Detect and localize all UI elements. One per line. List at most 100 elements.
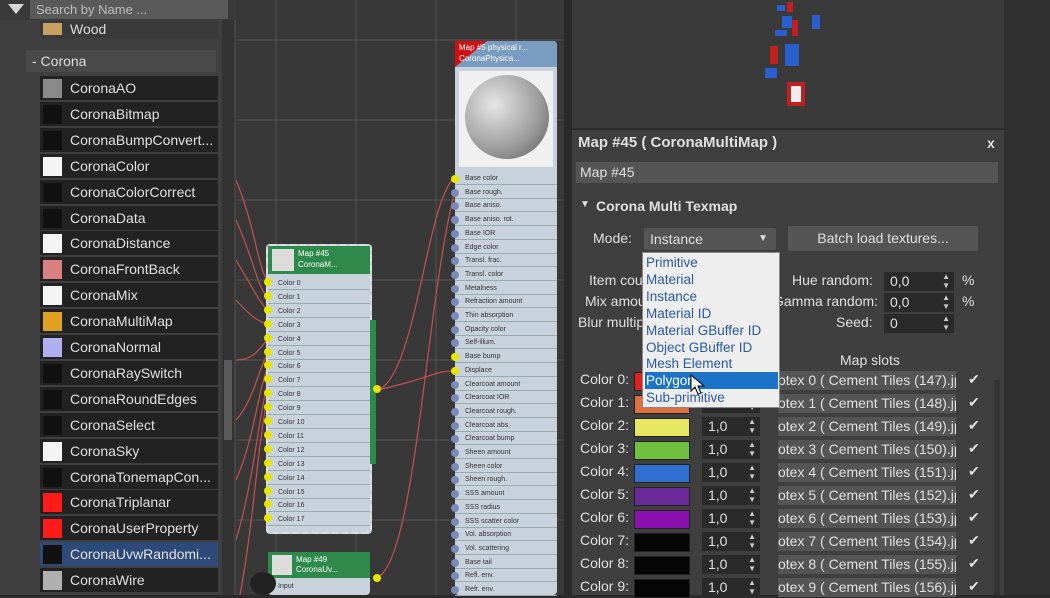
dropdown-option[interactable]: Material bbox=[645, 271, 778, 288]
options-arrow-icon[interactable] bbox=[8, 4, 24, 14]
material-slot[interactable]: Sheen color bbox=[455, 461, 557, 473]
list-item[interactable]: CoronaData bbox=[40, 205, 218, 230]
material-slot[interactable]: Refl. env. bbox=[455, 570, 557, 583]
multimap-slot[interactable]: Color 7 bbox=[268, 375, 370, 388]
input-port[interactable] bbox=[451, 188, 459, 197]
list-item[interactable]: CoronaWire bbox=[40, 568, 218, 593]
material-slot[interactable]: Sheen amount bbox=[455, 447, 557, 459]
output-port[interactable] bbox=[373, 385, 381, 393]
material-slot[interactable]: Vol. absorption bbox=[455, 529, 557, 542]
input-port[interactable] bbox=[451, 517, 459, 526]
list-item[interactable]: CoronaColorCorrect bbox=[40, 179, 218, 204]
texture-map-button[interactable]: otex 4 ( Cement Tiles (151).jp bbox=[778, 463, 956, 482]
input-port[interactable] bbox=[451, 586, 459, 594]
mode-select[interactable]: Instance ▼ bbox=[644, 228, 776, 250]
enable-checkbox[interactable]: ✔ bbox=[968, 486, 980, 503]
spinner-arrows-icon[interactable]: ▲▼ bbox=[942, 272, 950, 290]
multimap-slot[interactable]: Color 0 bbox=[268, 278, 370, 290]
input-port[interactable] bbox=[264, 472, 272, 481]
material-slot[interactable]: Base color bbox=[455, 173, 557, 185]
node-header[interactable]: Map #5 physical r... CoronaPhysica... bbox=[455, 41, 557, 67]
input-port[interactable] bbox=[451, 449, 459, 457]
panel-scrollbar[interactable] bbox=[994, 380, 1000, 595]
amount-spinner[interactable]: 1,0 ▲ ▼ bbox=[702, 463, 760, 482]
multimap-slot[interactable]: Color 12 bbox=[268, 445, 370, 457]
list-item[interactable]: CoronaRaySwitch bbox=[40, 360, 218, 385]
dropdown-option[interactable]: Mesh Element bbox=[645, 355, 778, 372]
multimap-node[interactable]: Map #45 CoronaM... Color 0 Color 1 Color 2… bbox=[266, 244, 372, 534]
material-slot[interactable]: Metalness bbox=[455, 283, 557, 295]
amount-spinner[interactable]: 1,0 ▲ ▼ bbox=[702, 555, 760, 574]
amount-spinner[interactable]: 1,0 ▲ ▼ bbox=[702, 578, 760, 597]
material-slot[interactable]: Clearcoat amount bbox=[455, 379, 557, 391]
list-item[interactable]: CoronaNormal bbox=[40, 335, 218, 359]
multimap-slot[interactable]: Color 9 bbox=[268, 403, 370, 416]
mode-dropdown-list[interactable]: Primitive Material Instance Material ID Mate… bbox=[642, 252, 780, 408]
enable-checkbox[interactable]: ✔ bbox=[968, 394, 980, 411]
amount-spinner[interactable]: 1,0 ▲ ▼ bbox=[702, 509, 760, 528]
material-slot[interactable]: Clearcoat rough. bbox=[455, 406, 557, 418]
rollout-title[interactable]: Corona Multi Texmap bbox=[596, 198, 737, 214]
dropdown-option[interactable]: Material GBuffer ID bbox=[645, 322, 778, 339]
material-slot[interactable]: Base IOR bbox=[455, 228, 557, 240]
list-item[interactable]: CoronaUserProperty bbox=[40, 516, 218, 541]
material-slot[interactable]: Edge color bbox=[455, 242, 557, 254]
material-slot[interactable]: Base tail bbox=[455, 557, 557, 569]
spinner-arrows-icon[interactable]: ▲▼ bbox=[748, 486, 756, 504]
material-slot[interactable]: Refr. env. bbox=[455, 584, 557, 596]
spinner-arrows-icon[interactable]: ▲▼ bbox=[748, 463, 756, 481]
material-slot[interactable]: SSS amount bbox=[455, 488, 557, 501]
multimap-slot[interactable]: Color 16 bbox=[268, 500, 370, 513]
dropdown-option[interactable]: Polygon bbox=[645, 372, 778, 390]
material-slot[interactable]: Clearcoat abs. bbox=[455, 420, 557, 432]
dropdown-option[interactable]: Instance bbox=[645, 288, 778, 305]
rollout-collapse-icon[interactable]: ▼ bbox=[580, 199, 590, 210]
input-port[interactable] bbox=[451, 243, 459, 252]
material-slot[interactable]: SSS radius bbox=[455, 502, 557, 514]
list-item[interactable]: CoronaAO bbox=[40, 76, 218, 100]
node-header[interactable]: Map #45 CoronaM... bbox=[268, 246, 370, 274]
input-port[interactable] bbox=[264, 319, 272, 328]
material-slot[interactable]: Sheen rough. bbox=[455, 474, 557, 487]
batch-load-button[interactable]: Batch load textures... bbox=[788, 226, 978, 251]
texture-map-button[interactable]: otex 1 ( Cement Tiles (148).jp bbox=[778, 394, 956, 413]
enable-checkbox[interactable]: ✔ bbox=[968, 578, 980, 595]
material-slot[interactable]: Thin absorption bbox=[455, 310, 557, 322]
list-item[interactable]: CoronaColor bbox=[40, 153, 218, 178]
material-slot[interactable]: Base aniso. rot. bbox=[455, 214, 557, 227]
scrollbar-thumb[interactable] bbox=[224, 360, 232, 440]
list-item[interactable]: CoronaDistance bbox=[40, 231, 218, 256]
texture-map-button[interactable]: otex 8 ( Cement Tiles (155).jp bbox=[778, 555, 956, 574]
material-slot[interactable]: Base bump bbox=[455, 351, 557, 364]
input-port[interactable] bbox=[451, 229, 459, 238]
list-item[interactable]: CoronaTriplanar bbox=[40, 490, 218, 515]
enable-checkbox[interactable]: ✔ bbox=[968, 440, 980, 457]
list-item[interactable]: CoronaFrontBack bbox=[40, 257, 218, 282]
material-slot[interactable]: Opacity color bbox=[455, 324, 557, 336]
material-slot[interactable]: Base aniso. bbox=[455, 200, 557, 213]
spinner-arrows-icon[interactable]: ▲▼ bbox=[748, 440, 756, 458]
dropdown-option[interactable]: Material ID bbox=[645, 305, 778, 322]
input-port[interactable] bbox=[451, 312, 459, 320]
hue-random-spinner[interactable]: 0,0 ▲ ▼ bbox=[884, 272, 954, 291]
texture-map-button[interactable]: otex 6 ( Cement Tiles (153).jp bbox=[778, 509, 956, 528]
spinner-arrows-icon[interactable]: ▲▼ bbox=[748, 578, 756, 596]
enable-checkbox[interactable]: ✔ bbox=[968, 417, 980, 434]
input-port[interactable] bbox=[451, 366, 459, 375]
list-item[interactable]: CoronaUvwRandomi... bbox=[40, 542, 218, 567]
input-port[interactable] bbox=[451, 380, 459, 389]
color-swatch[interactable] bbox=[634, 510, 690, 529]
input-port[interactable] bbox=[451, 544, 459, 553]
input-port[interactable] bbox=[264, 486, 272, 495]
input-port[interactable] bbox=[451, 270, 459, 279]
multimap-slot[interactable]: Color 1 bbox=[268, 292, 370, 304]
color-swatch[interactable] bbox=[634, 487, 690, 506]
input-port[interactable] bbox=[264, 444, 272, 453]
input-port[interactable] bbox=[451, 503, 459, 512]
texture-map-button[interactable]: otex 7 ( Cement Tiles (154).jp bbox=[778, 532, 956, 551]
input-port[interactable] bbox=[264, 417, 272, 425]
enable-checkbox[interactable]: ✔ bbox=[968, 509, 980, 526]
input-port[interactable] bbox=[264, 305, 272, 314]
splitter[interactable] bbox=[564, 0, 572, 595]
browser-scrollbar[interactable] bbox=[222, 20, 234, 595]
